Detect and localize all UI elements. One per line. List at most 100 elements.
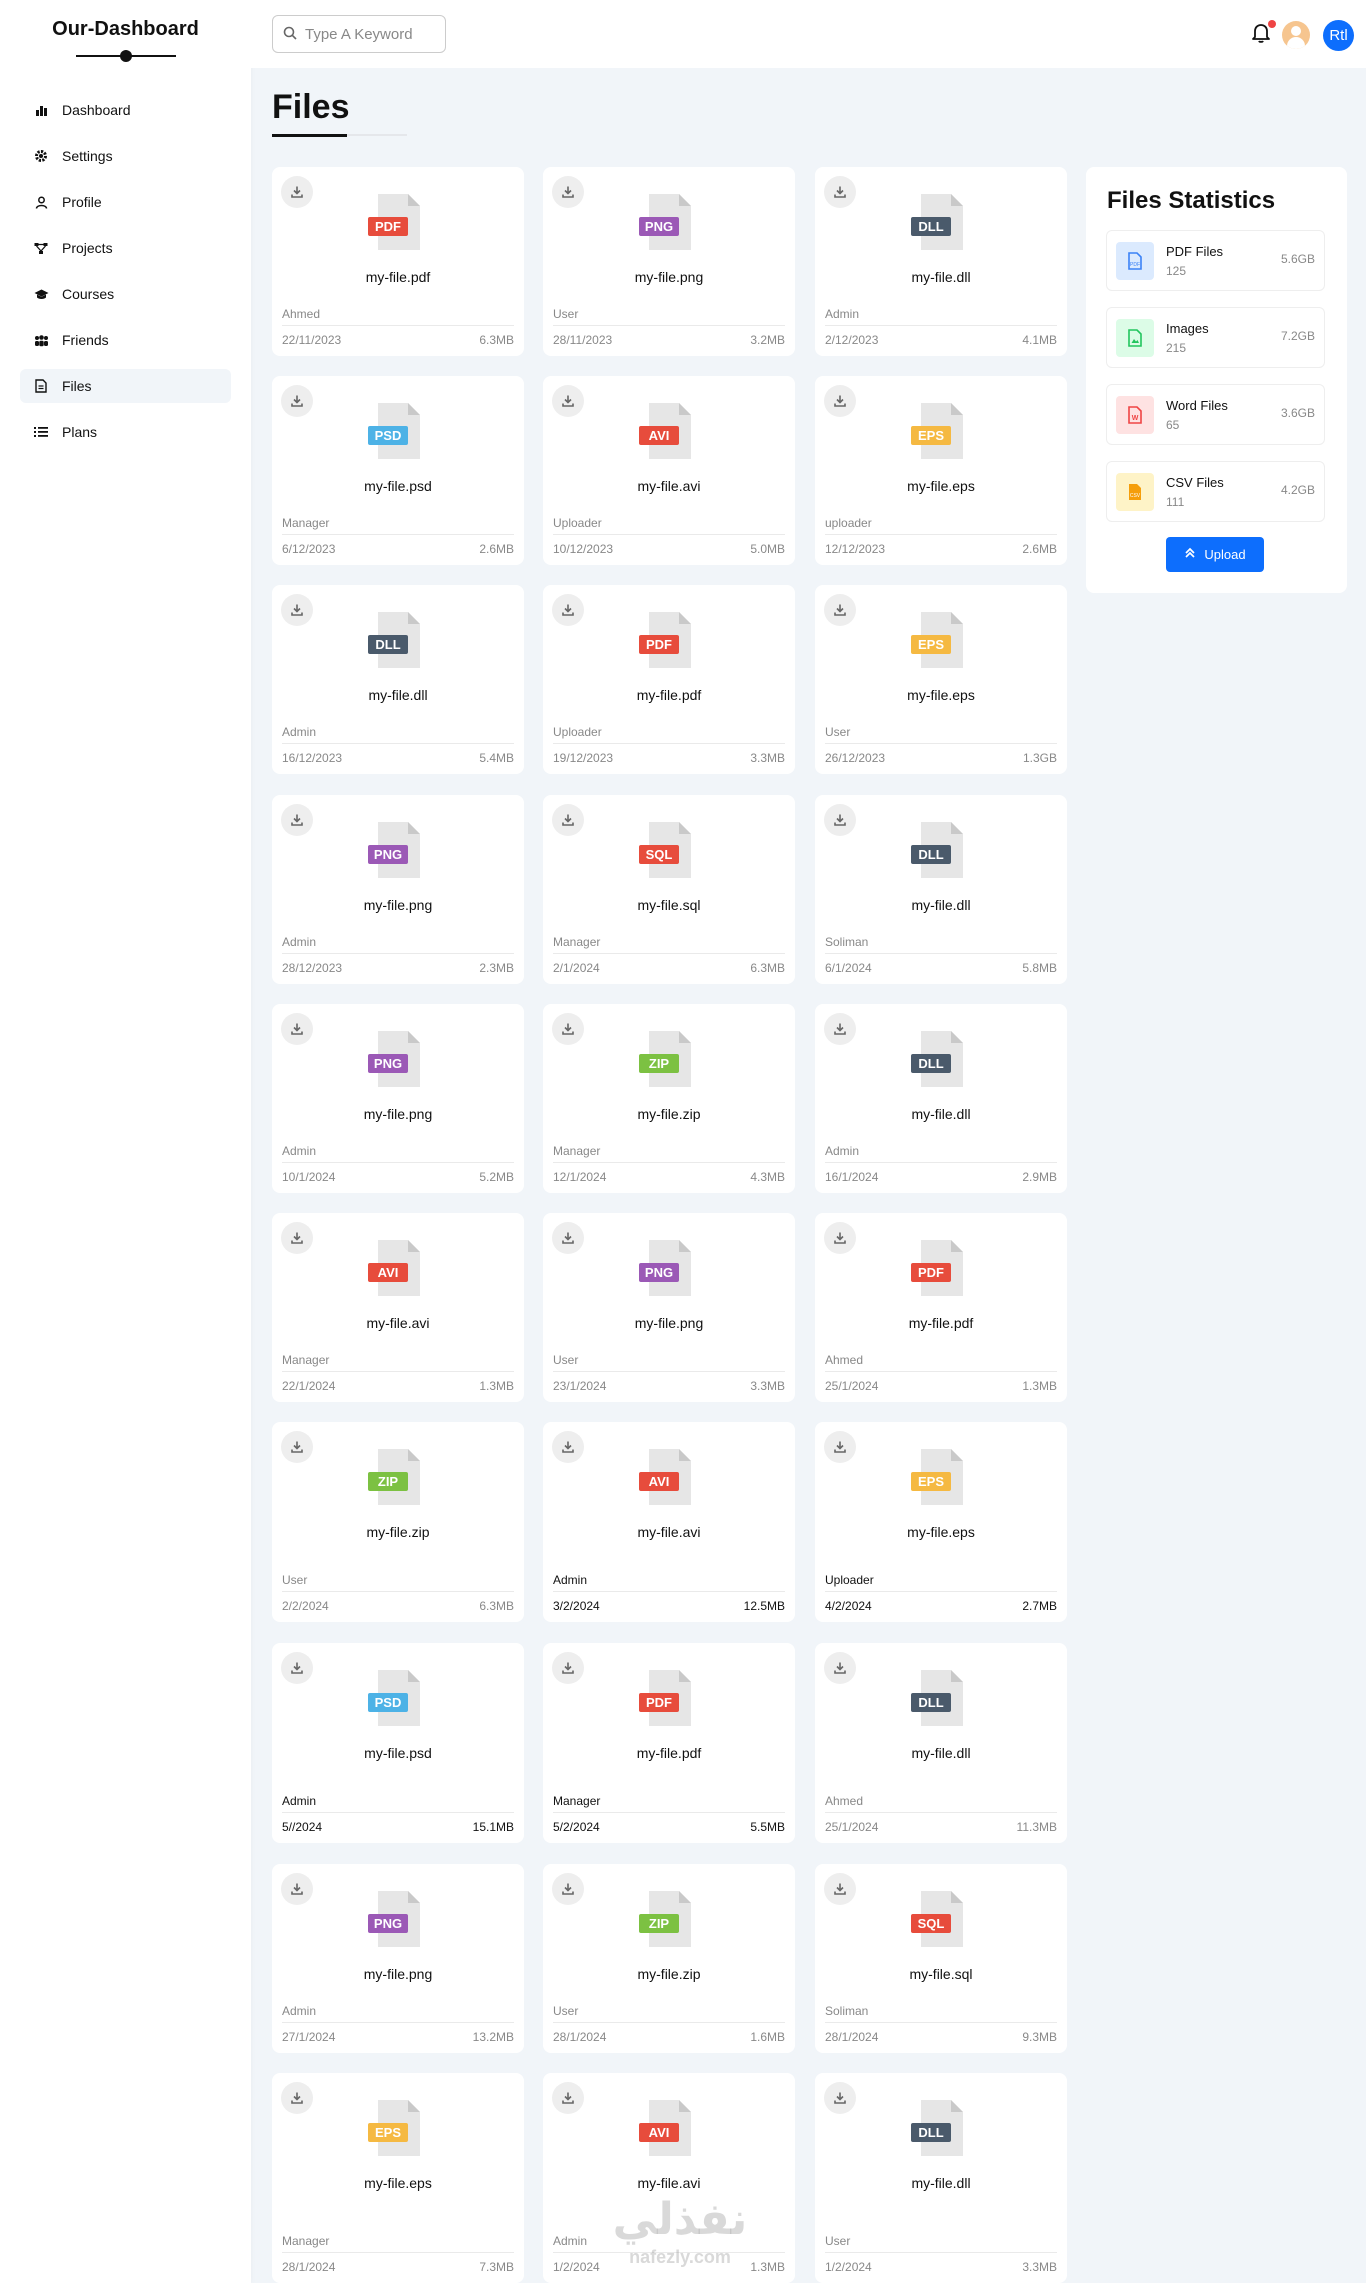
file-meta: 6/1/2024 5.8MB (825, 961, 1057, 975)
download-icon[interactable] (824, 1873, 856, 1905)
file-name[interactable]: my-file.psd (272, 1745, 524, 1761)
file-card: EPS my-file.eps uploader 12/12/2023 2.6MB (815, 376, 1067, 565)
upload-button[interactable]: Upload (1166, 537, 1264, 572)
file-type-psd-icon: PSD (368, 401, 428, 461)
file-name[interactable]: my-file.dll (815, 2175, 1067, 2191)
download-icon[interactable] (552, 1222, 584, 1254)
file-name[interactable]: my-file.avi (543, 2175, 795, 2191)
download-icon[interactable] (824, 1652, 856, 1684)
file-type-zip-icon: ZIP (639, 1029, 699, 1089)
file-name[interactable]: my-file.psd (272, 478, 524, 494)
file-name[interactable]: my-file.eps (815, 1524, 1067, 1540)
download-icon[interactable] (281, 2082, 313, 2114)
file-name[interactable]: my-file.dll (815, 1106, 1067, 1122)
download-icon[interactable] (824, 1013, 856, 1045)
file-name[interactable]: my-file.png (543, 269, 795, 285)
file-meta: 28/1/2024 9.3MB (825, 2030, 1057, 2044)
file-name[interactable]: my-file.pdf (815, 1315, 1067, 1331)
download-icon[interactable] (552, 385, 584, 417)
file-uploader: Uploader (825, 1573, 874, 1587)
file-name[interactable]: my-file.zip (543, 1106, 795, 1122)
sidebar-item-plans[interactable]: Plans (20, 415, 231, 449)
file-name[interactable]: my-file.sql (543, 897, 795, 913)
download-icon[interactable] (824, 2082, 856, 2114)
file-name[interactable]: my-file.png (272, 1966, 524, 1982)
file-date: 22/11/2023 (282, 333, 342, 347)
download-icon[interactable] (281, 1873, 313, 1905)
download-icon[interactable] (824, 385, 856, 417)
download-icon[interactable] (552, 1431, 584, 1463)
sidebar-item-files[interactable]: Files (20, 369, 231, 403)
file-date: 5//2024 (282, 1820, 323, 1834)
download-icon[interactable] (552, 594, 584, 626)
sidebar-item-courses[interactable]: Courses (20, 277, 231, 311)
file-meta: 5//2024 15.1MB (282, 1820, 514, 1834)
file-card: EPS my-file.eps Uploader 4/2/2024 2.7MB (815, 1422, 1067, 1622)
file-size: 2.7MB (1022, 1599, 1057, 1613)
download-icon[interactable] (281, 594, 313, 626)
file-meta: 19/12/2023 3.3MB (553, 751, 785, 765)
download-icon[interactable] (824, 176, 856, 208)
file-name[interactable]: my-file.png (543, 1315, 795, 1331)
download-icon[interactable] (824, 1431, 856, 1463)
file-uploader: Manager (282, 1353, 330, 1367)
file-name[interactable]: my-file.eps (272, 2175, 524, 2191)
download-icon[interactable] (281, 804, 313, 836)
file-name[interactable]: my-file.avi (272, 1315, 524, 1331)
download-icon[interactable] (281, 176, 313, 208)
svg-text:W: W (1132, 415, 1139, 422)
download-icon[interactable] (281, 1013, 313, 1045)
download-icon[interactable] (552, 2082, 584, 2114)
download-icon[interactable] (281, 1652, 313, 1684)
file-date: 16/1/2024 (825, 1170, 879, 1184)
download-icon[interactable] (552, 1013, 584, 1045)
card-divider (282, 2252, 514, 2253)
file-date: 28/11/2023 (553, 333, 613, 347)
file-name[interactable]: my-file.pdf (543, 687, 795, 703)
search-input[interactable] (303, 24, 427, 44)
download-icon[interactable] (824, 804, 856, 836)
file-name[interactable]: my-file.sql (815, 1966, 1067, 1982)
sidebar-item-dashboard[interactable]: Dashboard (20, 93, 231, 127)
file-name[interactable]: my-file.pdf (272, 269, 524, 285)
download-icon[interactable] (824, 594, 856, 626)
file-name[interactable]: my-file.zip (543, 1966, 795, 1982)
download-icon[interactable] (824, 1222, 856, 1254)
file-name[interactable]: my-file.avi (543, 478, 795, 494)
avatar[interactable] (1282, 21, 1310, 49)
file-name[interactable]: my-file.eps (815, 687, 1067, 703)
file-name[interactable]: my-file.dll (815, 897, 1067, 913)
download-icon[interactable] (281, 1222, 313, 1254)
file-size: 1.6MB (750, 2030, 785, 2044)
file-uploader: Soliman (825, 2004, 869, 2018)
download-icon[interactable] (281, 385, 313, 417)
svg-text:PNG: PNG (645, 219, 673, 234)
file-name[interactable]: my-file.pdf (543, 1745, 795, 1761)
rtl-toggle-button[interactable]: Rtl (1323, 20, 1354, 51)
file-type-zip-icon: ZIP (639, 1889, 699, 1949)
file-meta: 12/12/2023 2.6MB (825, 542, 1057, 556)
download-icon[interactable] (281, 1431, 313, 1463)
file-name[interactable]: my-file.dll (272, 687, 524, 703)
stats-title: Files Statistics (1107, 187, 1276, 214)
download-icon[interactable] (552, 804, 584, 836)
download-icon[interactable] (552, 1652, 584, 1684)
sidebar-item-projects[interactable]: Projects (20, 231, 231, 265)
sidebar-item-profile[interactable]: Profile (20, 185, 231, 219)
file-name[interactable]: my-file.dll (815, 1745, 1067, 1761)
sidebar-item-settings[interactable]: Settings (20, 139, 231, 173)
file-name[interactable]: my-file.zip (272, 1524, 524, 1540)
file-name[interactable]: my-file.png (272, 1106, 524, 1122)
file-name[interactable]: my-file.dll (815, 269, 1067, 285)
svg-text:PSD: PSD (375, 428, 402, 443)
sidebar-item-friends[interactable]: Friends (20, 323, 231, 357)
search-box[interactable] (272, 15, 446, 53)
file-date: 5/2/2024 (553, 1820, 600, 1834)
file-name[interactable]: my-file.avi (543, 1524, 795, 1540)
card-divider (553, 1812, 785, 1813)
file-name[interactable]: my-file.eps (815, 478, 1067, 494)
download-icon[interactable] (552, 176, 584, 208)
download-icon[interactable] (552, 1873, 584, 1905)
file-name[interactable]: my-file.png (272, 897, 524, 913)
file-date: 28/1/2024 (282, 2260, 336, 2274)
